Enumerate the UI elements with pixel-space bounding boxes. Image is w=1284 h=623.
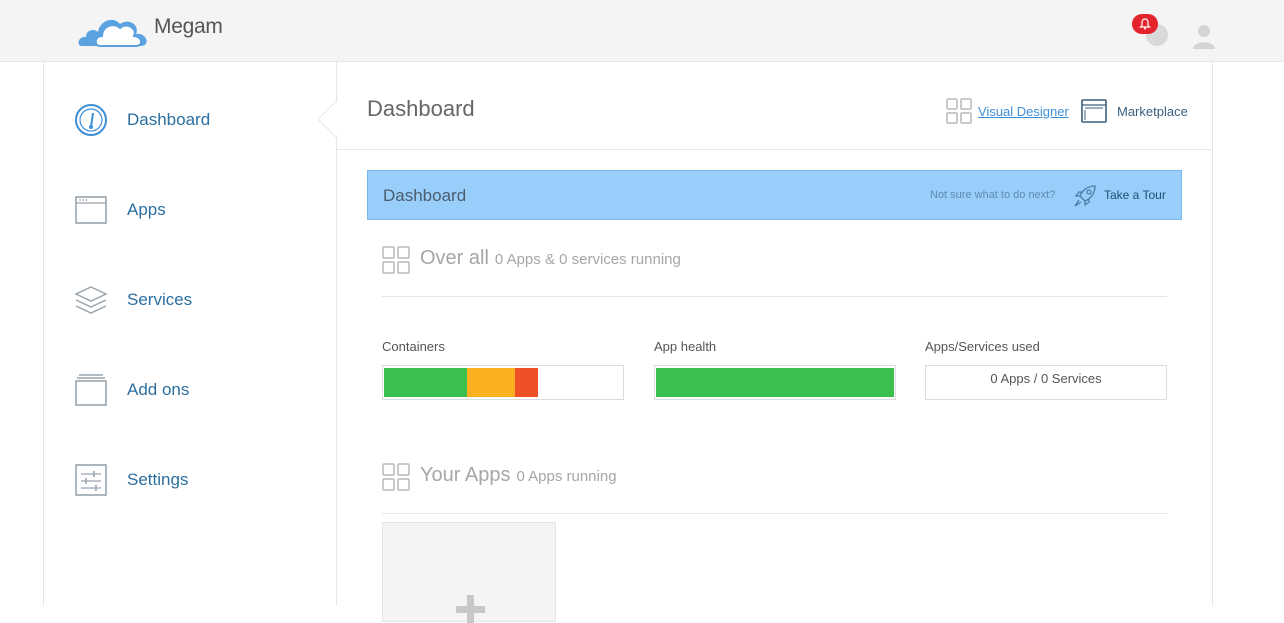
overall-subtitle: 0 Apps & 0 services running <box>494 251 681 268</box>
banner-title: Dashboard <box>383 186 467 205</box>
add-app-card[interactable] <box>382 522 556 623</box>
marketplace-label[interactable]: Marketplace <box>1117 104 1188 119</box>
apps-services-used-value: 0 Apps / 0 Services <box>925 365 1167 400</box>
your-apps-section-header: Your Apps 0 Apps running <box>382 459 1167 514</box>
apps-services-used-label: Apps/Services used <box>925 339 1040 354</box>
marketplace-link[interactable]: Marketplace <box>1081 98 1188 124</box>
dashboard-banner: Dashboard Not sure what to do next? Take… <box>367 170 1182 220</box>
top-bar: Megam <box>0 0 1284 62</box>
visual-designer-label[interactable]: Visual Designer <box>978 104 1069 119</box>
sidebar-item-label: Apps <box>127 200 166 219</box>
cloud-logo-icon <box>78 19 147 47</box>
speedometer-icon <box>74 103 108 137</box>
visual-designer-link[interactable]: Visual Designer <box>946 98 1069 124</box>
overall-title: Over all <box>420 247 489 269</box>
app-health-segment <box>656 368 894 397</box>
sidebar-item-label: Services <box>127 290 193 309</box>
grid-icon <box>382 463 410 491</box>
containers-label: Containers <box>382 339 445 354</box>
containers-bar <box>382 365 624 400</box>
main-content: Dashboard Visual Designer Marketplace Da… <box>337 62 1213 623</box>
overall-section-header: Over all 0 Apps & 0 services running <box>382 242 1167 297</box>
your-apps-subtitle: 0 Apps running <box>516 468 617 485</box>
bell-icon <box>1139 18 1151 30</box>
your-apps-title: Your Apps <box>420 464 511 486</box>
sidebar-item-label: Settings <box>127 470 189 489</box>
sidebar-item-label: Dashboard <box>127 110 211 129</box>
sidebar-item-dashboard[interactable]: Dashboard <box>74 100 210 140</box>
page-title: Dashboard <box>367 96 475 121</box>
sidebar-item-services[interactable]: Services <box>74 280 192 320</box>
notification-badge[interactable] <box>1132 14 1158 34</box>
page-header: Dashboard Visual Designer Marketplace <box>337 62 1212 150</box>
stack-box-icon <box>74 373 108 407</box>
megam-logo[interactable]: Megam <box>78 6 223 48</box>
rocket-icon[interactable] <box>1073 184 1097 208</box>
user-icon[interactable] <box>1190 22 1218 50</box>
sliders-icon <box>74 463 108 497</box>
banner-hint: Not sure what to do next? <box>930 189 1056 201</box>
take-a-tour-link[interactable]: Take a Tour <box>1104 188 1166 202</box>
app-health-bar <box>654 365 896 400</box>
sidebar-item-settings[interactable]: Settings <box>74 460 188 500</box>
app-health-label: App health <box>654 339 717 354</box>
top-icons <box>1132 14 1222 54</box>
containers-segment <box>384 368 468 397</box>
sidebar-item-apps[interactable]: Apps <box>74 190 166 230</box>
brand-name: Megam <box>154 15 223 38</box>
window-icon <box>74 193 108 227</box>
containers-segment <box>514 368 538 397</box>
sidebar: Dashboard Apps Services Add ons Settings <box>43 62 337 606</box>
layers-icon <box>74 283 108 317</box>
plus-icon <box>456 595 485 623</box>
grid-icon <box>382 246 410 274</box>
containers-segment <box>467 368 515 397</box>
grid-icon <box>946 98 972 124</box>
sidebar-item-addons[interactable]: Add ons <box>74 370 189 410</box>
marketplace-icon <box>1081 99 1107 123</box>
sidebar-item-label: Add ons <box>127 380 190 399</box>
